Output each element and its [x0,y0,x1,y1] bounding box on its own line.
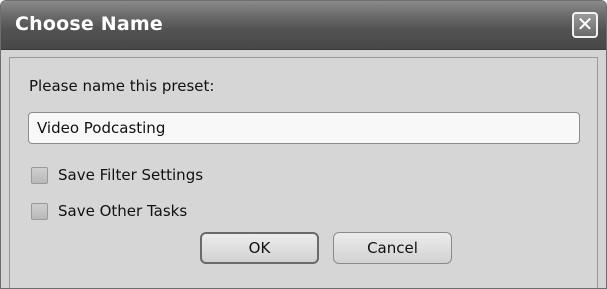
dialog-title: Choose Name [15,13,163,35]
save-other-tasks-label[interactable]: Save Other Tasks [58,202,187,220]
close-button[interactable]: ✕ [572,12,598,38]
ok-button[interactable]: OK [200,232,319,264]
save-other-tasks-checkbox[interactable] [31,203,48,220]
save-filter-settings-label[interactable]: Save Filter Settings [58,166,203,184]
preset-name-prompt: Please name this preset: [29,77,215,95]
dialog-titlebar: Choose Name ✕ [1,1,606,50]
close-icon: ✕ [576,12,594,36]
cancel-button[interactable]: Cancel [333,232,452,264]
dialog-body: Please name this preset: Save Filter Set… [9,57,598,288]
preset-name-input[interactable] [28,112,580,144]
save-filter-settings-checkbox[interactable] [31,167,48,184]
choose-name-dialog: Choose Name ✕ Please name this preset: S… [0,0,607,289]
